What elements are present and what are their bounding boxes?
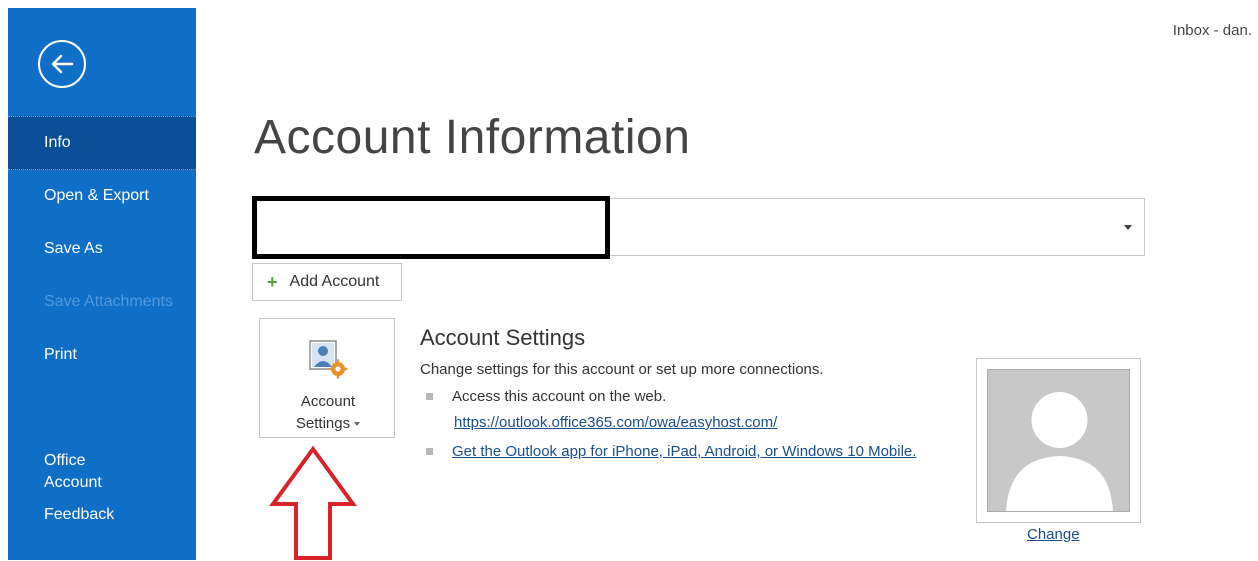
chevron-down-icon bbox=[1124, 225, 1132, 230]
tile-label-line2-wrap: Settings bbox=[260, 413, 396, 435]
main-panel: Inbox - dan. Account Information + Add A… bbox=[196, 8, 1258, 560]
sidebar-item-feedback[interactable]: Feedback bbox=[8, 504, 196, 526]
web-access-row: Access this account on the web. bbox=[426, 388, 666, 405]
account-settings-button[interactable]: Account Settings bbox=[259, 318, 395, 438]
bullet-icon bbox=[426, 448, 433, 455]
page-title: Account Information bbox=[254, 111, 691, 164]
sidebar-item-label: Open & Export bbox=[44, 187, 149, 204]
add-account-label: Add Account bbox=[289, 273, 380, 290]
outlook-app-link[interactable]: Get the Outlook app for iPhone, iPad, An… bbox=[452, 443, 916, 460]
top-strip bbox=[0, 0, 1258, 8]
owa-link[interactable]: https://outlook.office365.com/owa/easyho… bbox=[454, 414, 777, 431]
sidebar-item-office-account[interactable]: Office Account bbox=[8, 428, 196, 494]
dropdown-arrow-icon bbox=[354, 422, 361, 427]
sidebar-item-save-attachments: Save Attachments bbox=[8, 291, 196, 313]
photo-placeholder bbox=[987, 369, 1130, 512]
red-arrow-annotation bbox=[269, 446, 357, 560]
sidebar-item-label: Print bbox=[44, 346, 77, 363]
sidebar-item-label: Info bbox=[44, 134, 71, 151]
back-button[interactable] bbox=[38, 40, 86, 88]
account-settings-heading: Account Settings bbox=[420, 325, 586, 350]
sidebar-item-print[interactable]: Print bbox=[8, 344, 196, 366]
outlook-app-row: Get the Outlook app for iPhone, iPad, An… bbox=[426, 443, 916, 460]
sidebar-item-info[interactable]: Info bbox=[8, 116, 196, 170]
sidebar-item-label: Feedback bbox=[44, 506, 115, 523]
add-account-button[interactable]: + Add Account bbox=[252, 263, 402, 301]
bullet-icon bbox=[426, 393, 433, 400]
sidebar-item-label: Save As bbox=[44, 240, 103, 257]
tile-label-line2: Settings bbox=[295, 415, 351, 432]
account-settings-description: Change settings for this account or set … bbox=[420, 361, 824, 378]
account-photo bbox=[976, 358, 1141, 523]
back-arrow-icon bbox=[51, 54, 74, 74]
change-photo-link[interactable]: Change bbox=[1027, 526, 1080, 543]
sidebar-item-label: Save Attachments bbox=[44, 293, 173, 310]
backstage-sidebar: Info Open & Export Save As Save Attachme… bbox=[8, 8, 196, 560]
redacted-account-name bbox=[252, 196, 610, 259]
account-settings-tile-label: Account Settings bbox=[260, 391, 396, 435]
sidebar-item-label: Office Account bbox=[44, 452, 102, 491]
sidebar-item-open-export[interactable]: Open & Export bbox=[8, 185, 196, 207]
plus-icon: + bbox=[267, 272, 278, 292]
tile-label-line1: Account bbox=[300, 393, 356, 410]
web-access-text: Access this account on the web. bbox=[452, 388, 667, 405]
sidebar-item-save-as[interactable]: Save As bbox=[8, 238, 196, 260]
window-title: Inbox - dan. bbox=[1172, 22, 1252, 39]
person-silhouette-icon bbox=[1006, 392, 1113, 511]
account-settings-icon bbox=[309, 340, 348, 379]
